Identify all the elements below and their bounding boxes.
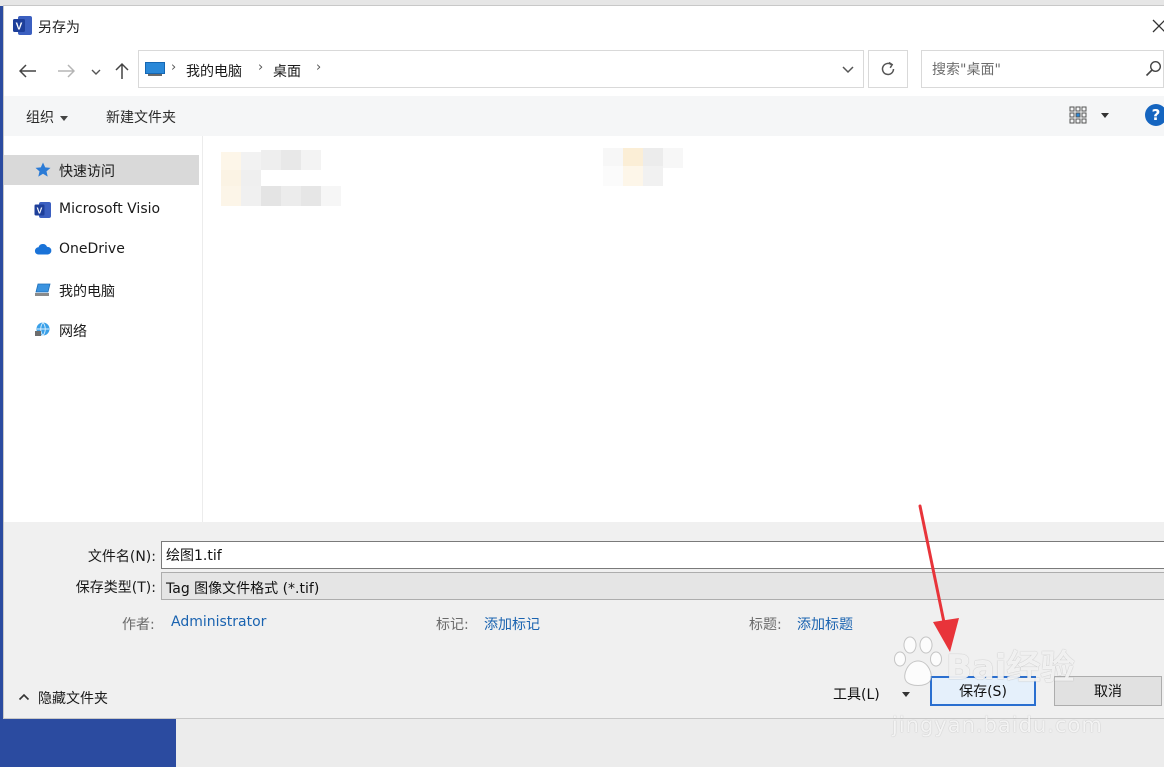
- view-options-icon[interactable]: [1069, 106, 1087, 124]
- add-title-link[interactable]: 添加标题: [797, 614, 853, 634]
- star-icon: [35, 162, 51, 177]
- baidu-watermark: Bai经验 jingyan.baidu.com: [886, 635, 1156, 745]
- title-label: 标题:: [749, 617, 782, 633]
- sidebar-item-label: Microsoft Visio: [59, 201, 161, 217]
- baidu-paw-icon: [894, 636, 942, 686]
- visio-app-icon: V: [13, 16, 32, 35]
- arrow-up-icon[interactable]: [110, 60, 134, 82]
- arrow-right-icon[interactable]: [54, 60, 78, 82]
- breadcrumb-separator: ›: [258, 60, 264, 75]
- watermark-brand: Bai经验: [946, 648, 1075, 688]
- file-list-area[interactable]: [203, 136, 1164, 522]
- hide-folders-label: 隐藏文件夹: [38, 691, 108, 707]
- sidebar-item-onedrive[interactable]: OneDrive: [4, 235, 199, 265]
- filetype-select[interactable]: Tag 图像文件格式 (*.tif): [161, 572, 1164, 600]
- svg-text:V: V: [37, 206, 43, 216]
- search-input[interactable]: [930, 59, 1144, 81]
- save-as-dialog: V 另存为 › 我的电脑 › 桌面 › 搜索"桌面" 组织 新建文件夹 ? 快速…: [4, 6, 1164, 718]
- sidebar-item-my-computer[interactable]: 我的电脑: [4, 275, 199, 305]
- sidebar-item-network[interactable]: 网络: [4, 315, 199, 345]
- sidebar-item-label: 网络: [59, 324, 87, 340]
- computer-icon: [35, 283, 51, 296]
- network-icon: [35, 322, 50, 336]
- view-dropdown-icon[interactable]: [1101, 113, 1109, 118]
- watermark-url: jingyan.baidu.com: [892, 713, 1103, 737]
- sidebar-item-label: 我的电脑: [59, 284, 115, 300]
- svg-text:V: V: [16, 22, 23, 33]
- refresh-button[interactable]: [868, 50, 908, 88]
- cloud-icon: [34, 243, 52, 255]
- author-label: 作者:: [122, 617, 155, 633]
- breadcrumb-item-my-computer[interactable]: 我的电脑: [186, 61, 242, 81]
- address-dropdown-icon[interactable]: [839, 59, 857, 79]
- filetype-label: 保存类型(T):: [75, 580, 156, 596]
- filename-input[interactable]: [161, 541, 1164, 569]
- search-box: [921, 50, 1164, 88]
- new-folder-button[interactable]: 新建文件夹: [106, 107, 176, 127]
- arrow-left-icon[interactable]: [16, 60, 40, 82]
- breadcrumb-separator: ›: [316, 60, 322, 75]
- author-value[interactable]: Administrator: [171, 614, 266, 630]
- navigation-pane: 快速访问 V Microsoft Visio OneDrive 我的电脑 网络: [4, 136, 203, 522]
- sidebar-item-quick-access[interactable]: 快速访问: [4, 155, 199, 185]
- address-bar[interactable]: › 我的电脑 › 桌面 ›: [138, 50, 864, 88]
- add-tags-link[interactable]: 添加标记: [484, 614, 540, 634]
- close-icon[interactable]: [1152, 14, 1164, 36]
- caret-down-icon: [60, 115, 68, 121]
- breadcrumb-separator: ›: [171, 60, 177, 75]
- sidebar-item-label: 快速访问: [59, 164, 115, 180]
- tags-label: 标记:: [436, 617, 469, 633]
- chevron-up-icon: [18, 693, 30, 701]
- window-title: 另存为: [38, 20, 80, 36]
- organize-label: 组织: [26, 110, 54, 126]
- visio-icon: V: [34, 202, 51, 218]
- help-icon[interactable]: ?: [1145, 104, 1164, 126]
- tools-label: 工具(L): [833, 687, 880, 703]
- filetype-value: Tag 图像文件格式 (*.tif): [166, 581, 320, 597]
- sidebar-item-microsoft-visio[interactable]: V Microsoft Visio: [4, 195, 199, 225]
- chevron-down-icon[interactable]: [84, 60, 108, 82]
- computer-icon: [145, 62, 165, 76]
- breadcrumb-item-desktop[interactable]: 桌面: [273, 61, 301, 81]
- organize-button[interactable]: 组织: [26, 107, 68, 127]
- sidebar-item-label: OneDrive: [59, 241, 125, 257]
- search-icon[interactable]: [1145, 60, 1163, 78]
- filename-label: 文件名(N):: [87, 549, 156, 565]
- navigation-bar: › 我的电脑 › 桌面 ›: [4, 46, 1164, 96]
- title-bar: V 另存为: [4, 6, 1164, 46]
- command-bar: 组织 新建文件夹 ?: [4, 96, 1164, 136]
- refresh-icon: [881, 61, 895, 76]
